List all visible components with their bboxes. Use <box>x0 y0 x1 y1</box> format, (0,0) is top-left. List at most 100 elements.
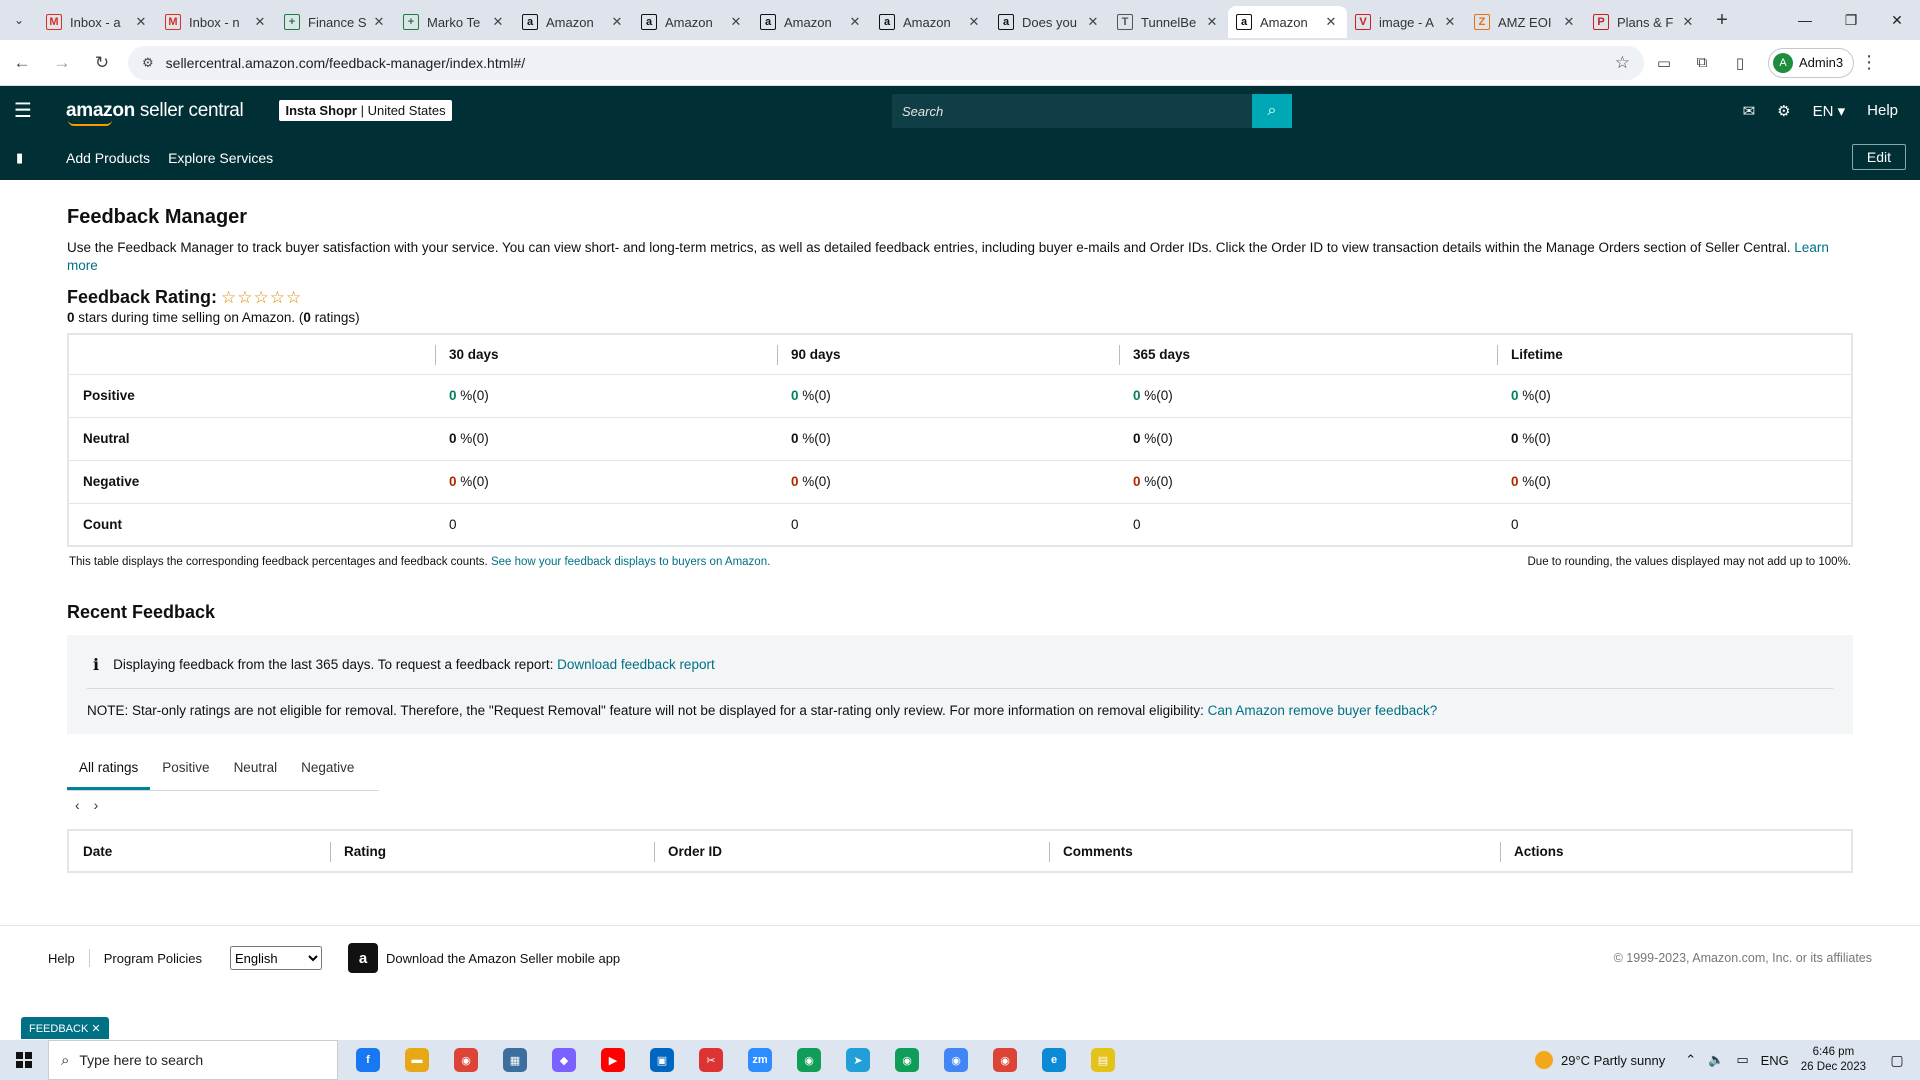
side-panel-icon[interactable]: ▯ <box>1722 45 1758 81</box>
edit-button[interactable]: Edit <box>1851 144 1906 170</box>
browser-tab[interactable]: + Finance S ✕ <box>276 6 395 38</box>
forward-icon[interactable]: → <box>44 45 80 81</box>
language-select[interactable]: English <box>230 946 323 970</box>
chevron-right-icon[interactable]: › <box>94 797 99 813</box>
sticky-notes-icon[interactable]: ▤ <box>1083 1040 1123 1080</box>
browser-tab[interactable]: M Inbox - a ✕ <box>38 6 157 38</box>
site-info-icon[interactable]: ⚙ <box>142 55 154 71</box>
close-tab-icon[interactable]: ✕ <box>1680 14 1696 30</box>
extensions-puzzle-icon[interactable]: ⧉ <box>1684 45 1720 81</box>
url-text[interactable]: sellercentral.amazon.com/feedback-manage… <box>166 55 1615 71</box>
volume-icon[interactable]: 🔈 <box>1708 1052 1724 1068</box>
close-tab-icon[interactable]: ✕ <box>133 14 149 30</box>
close-tab-icon[interactable]: ✕ <box>1204 14 1220 30</box>
omnibox[interactable]: ⚙ sellercentral.amazon.com/feedback-mana… <box>128 45 1644 80</box>
extension-off-icon[interactable]: ▭ <box>1646 45 1682 81</box>
language-selector[interactable]: EN ▾ <box>1813 102 1846 120</box>
store-icon[interactable]: ▣ <box>642 1040 682 1080</box>
chrome-profile-icon[interactable]: ◉ <box>985 1040 1025 1080</box>
profile-button[interactable]: A Admin3 <box>1768 47 1855 78</box>
browser-tab[interactable]: a Amazon ✕ <box>514 6 633 38</box>
close-window-icon[interactable]: ✕ <box>1874 0 1920 40</box>
feed-header-comments[interactable]: Comments <box>1049 830 1500 872</box>
chrome-icon[interactable]: ◉ <box>446 1040 486 1080</box>
browser-tab[interactable]: a Amazon ✕ <box>1228 6 1347 38</box>
close-tab-icon[interactable]: ✕ <box>1561 14 1577 30</box>
remove-feedback-link[interactable]: Can Amazon remove buyer feedback? <box>1208 703 1438 718</box>
bookmark-star-icon[interactable]: ☆ <box>1615 53 1630 73</box>
network-icon[interactable]: ▭ <box>1736 1052 1748 1068</box>
feed-header-actions[interactable]: Actions <box>1500 830 1852 872</box>
close-tab-icon[interactable]: ✕ <box>609 14 625 30</box>
hamburger-menu-icon[interactable]: ☰ <box>0 98 46 123</box>
new-tab-button[interactable]: + <box>1704 9 1740 32</box>
help-link[interactable]: Help <box>1867 102 1898 119</box>
weather-widget[interactable]: 29°C Partly sunny <box>1535 1051 1665 1069</box>
browser-tab[interactable]: T TunnelBe ✕ <box>1109 6 1228 38</box>
minimize-icon[interactable]: — <box>1782 0 1828 40</box>
browser-tab[interactable]: P Plans & F ✕ <box>1585 6 1704 38</box>
telegram-icon[interactable]: ➤ <box>838 1040 878 1080</box>
file-explorer-icon[interactable]: ▬ <box>397 1040 437 1080</box>
gear-icon[interactable]: ⚙ <box>1777 102 1790 120</box>
tab-search-chevron-icon[interactable]: ⌄ <box>0 0 38 40</box>
store-switcher[interactable]: Insta Shopr | United States <box>279 100 452 121</box>
feed-header-order-id[interactable]: Order ID <box>654 830 1049 872</box>
close-tab-icon[interactable]: ✕ <box>1085 14 1101 30</box>
feed-header-date[interactable]: Date <box>68 830 330 872</box>
chrome-profile-icon[interactable]: ◉ <box>936 1040 976 1080</box>
windows-start-icon[interactable] <box>0 1040 48 1080</box>
browser-menu-icon[interactable]: ⋮ <box>1854 52 1884 73</box>
browser-tab[interactable]: Vimage - A ✕ <box>1347 6 1466 38</box>
chrome-profile-icon[interactable]: ◉ <box>887 1040 927 1080</box>
tab-positive[interactable]: Positive <box>150 756 221 790</box>
taskbar-search[interactable]: ⌕ Type here to search <box>48 1040 338 1080</box>
search-icon[interactable]: ⌕ <box>1252 94 1292 128</box>
close-tab-icon[interactable]: ✕ <box>252 14 268 30</box>
add-products-link[interactable]: Add Products <box>66 150 150 166</box>
chrome-profile-icon[interactable]: ◉ <box>789 1040 829 1080</box>
youtube-icon[interactable]: ▶ <box>593 1040 633 1080</box>
browser-tab[interactable]: a Does you ✕ <box>990 6 1109 38</box>
edge-icon[interactable]: e <box>1034 1040 1074 1080</box>
mobile-app-link[interactable]: a Download the Amazon Seller mobile app <box>348 943 620 973</box>
copilot-icon[interactable]: ◆ <box>544 1040 584 1080</box>
explore-services-link[interactable]: Explore Services <box>168 150 273 166</box>
restore-icon[interactable]: ❐ <box>1828 0 1874 40</box>
footer-help-link[interactable]: Help <box>0 951 89 966</box>
chevron-up-icon[interactable]: ⌃ <box>1685 1052 1696 1068</box>
snipping-icon[interactable]: ✂ <box>691 1040 731 1080</box>
reload-icon[interactable]: ↻ <box>84 45 120 81</box>
download-report-link[interactable]: Download feedback report <box>557 657 715 672</box>
browser-tab[interactable]: + Marko Te ✕ <box>395 6 514 38</box>
close-tab-icon[interactable]: ✕ <box>728 14 744 30</box>
mail-icon[interactable]: ✉ <box>1743 102 1756 120</box>
tab-all-ratings[interactable]: All ratings <box>67 756 151 790</box>
browser-tab[interactable]: a Amazon ✕ <box>752 6 871 38</box>
browser-tab[interactable]: a Amazon ✕ <box>633 6 752 38</box>
feed-header-rating[interactable]: Rating <box>330 830 654 872</box>
tab-negative[interactable]: Negative <box>289 756 366 790</box>
browser-tab[interactable]: Z AMZ EOI ✕ <box>1466 6 1585 38</box>
clock[interactable]: 6:46 pm 26 Dec 2023 <box>1801 1045 1866 1075</box>
input-language[interactable]: ENG <box>1761 1053 1789 1068</box>
bookmark-icon[interactable]: ▮ <box>16 150 36 166</box>
close-tab-icon[interactable]: ✕ <box>1323 14 1339 30</box>
close-tab-icon[interactable]: ✕ <box>1442 14 1458 30</box>
feedback-widget-tab[interactable]: FEEDBACK ✕ <box>21 1017 109 1039</box>
close-tab-icon[interactable]: ✕ <box>847 14 863 30</box>
facebook-icon[interactable]: f <box>348 1040 388 1080</box>
chevron-left-icon[interactable]: ‹ <box>75 797 80 813</box>
close-tab-icon[interactable]: ✕ <box>371 14 387 30</box>
buyer-display-link[interactable]: See how your feedback displays to buyers… <box>491 556 770 568</box>
program-policies-link[interactable]: Program Policies <box>90 951 216 966</box>
zoom-icon[interactable]: zm <box>740 1040 780 1080</box>
close-tab-icon[interactable]: ✕ <box>966 14 982 30</box>
search-input[interactable] <box>892 94 1252 128</box>
back-icon[interactable]: ← <box>4 45 40 81</box>
browser-tab[interactable]: M Inbox - n ✕ <box>157 6 276 38</box>
calculator-icon[interactable]: ▦ <box>495 1040 535 1080</box>
browser-tab[interactable]: a Amazon ✕ <box>871 6 990 38</box>
close-tab-icon[interactable]: ✕ <box>490 14 506 30</box>
seller-central-logo[interactable]: amazon seller central <box>66 100 244 126</box>
